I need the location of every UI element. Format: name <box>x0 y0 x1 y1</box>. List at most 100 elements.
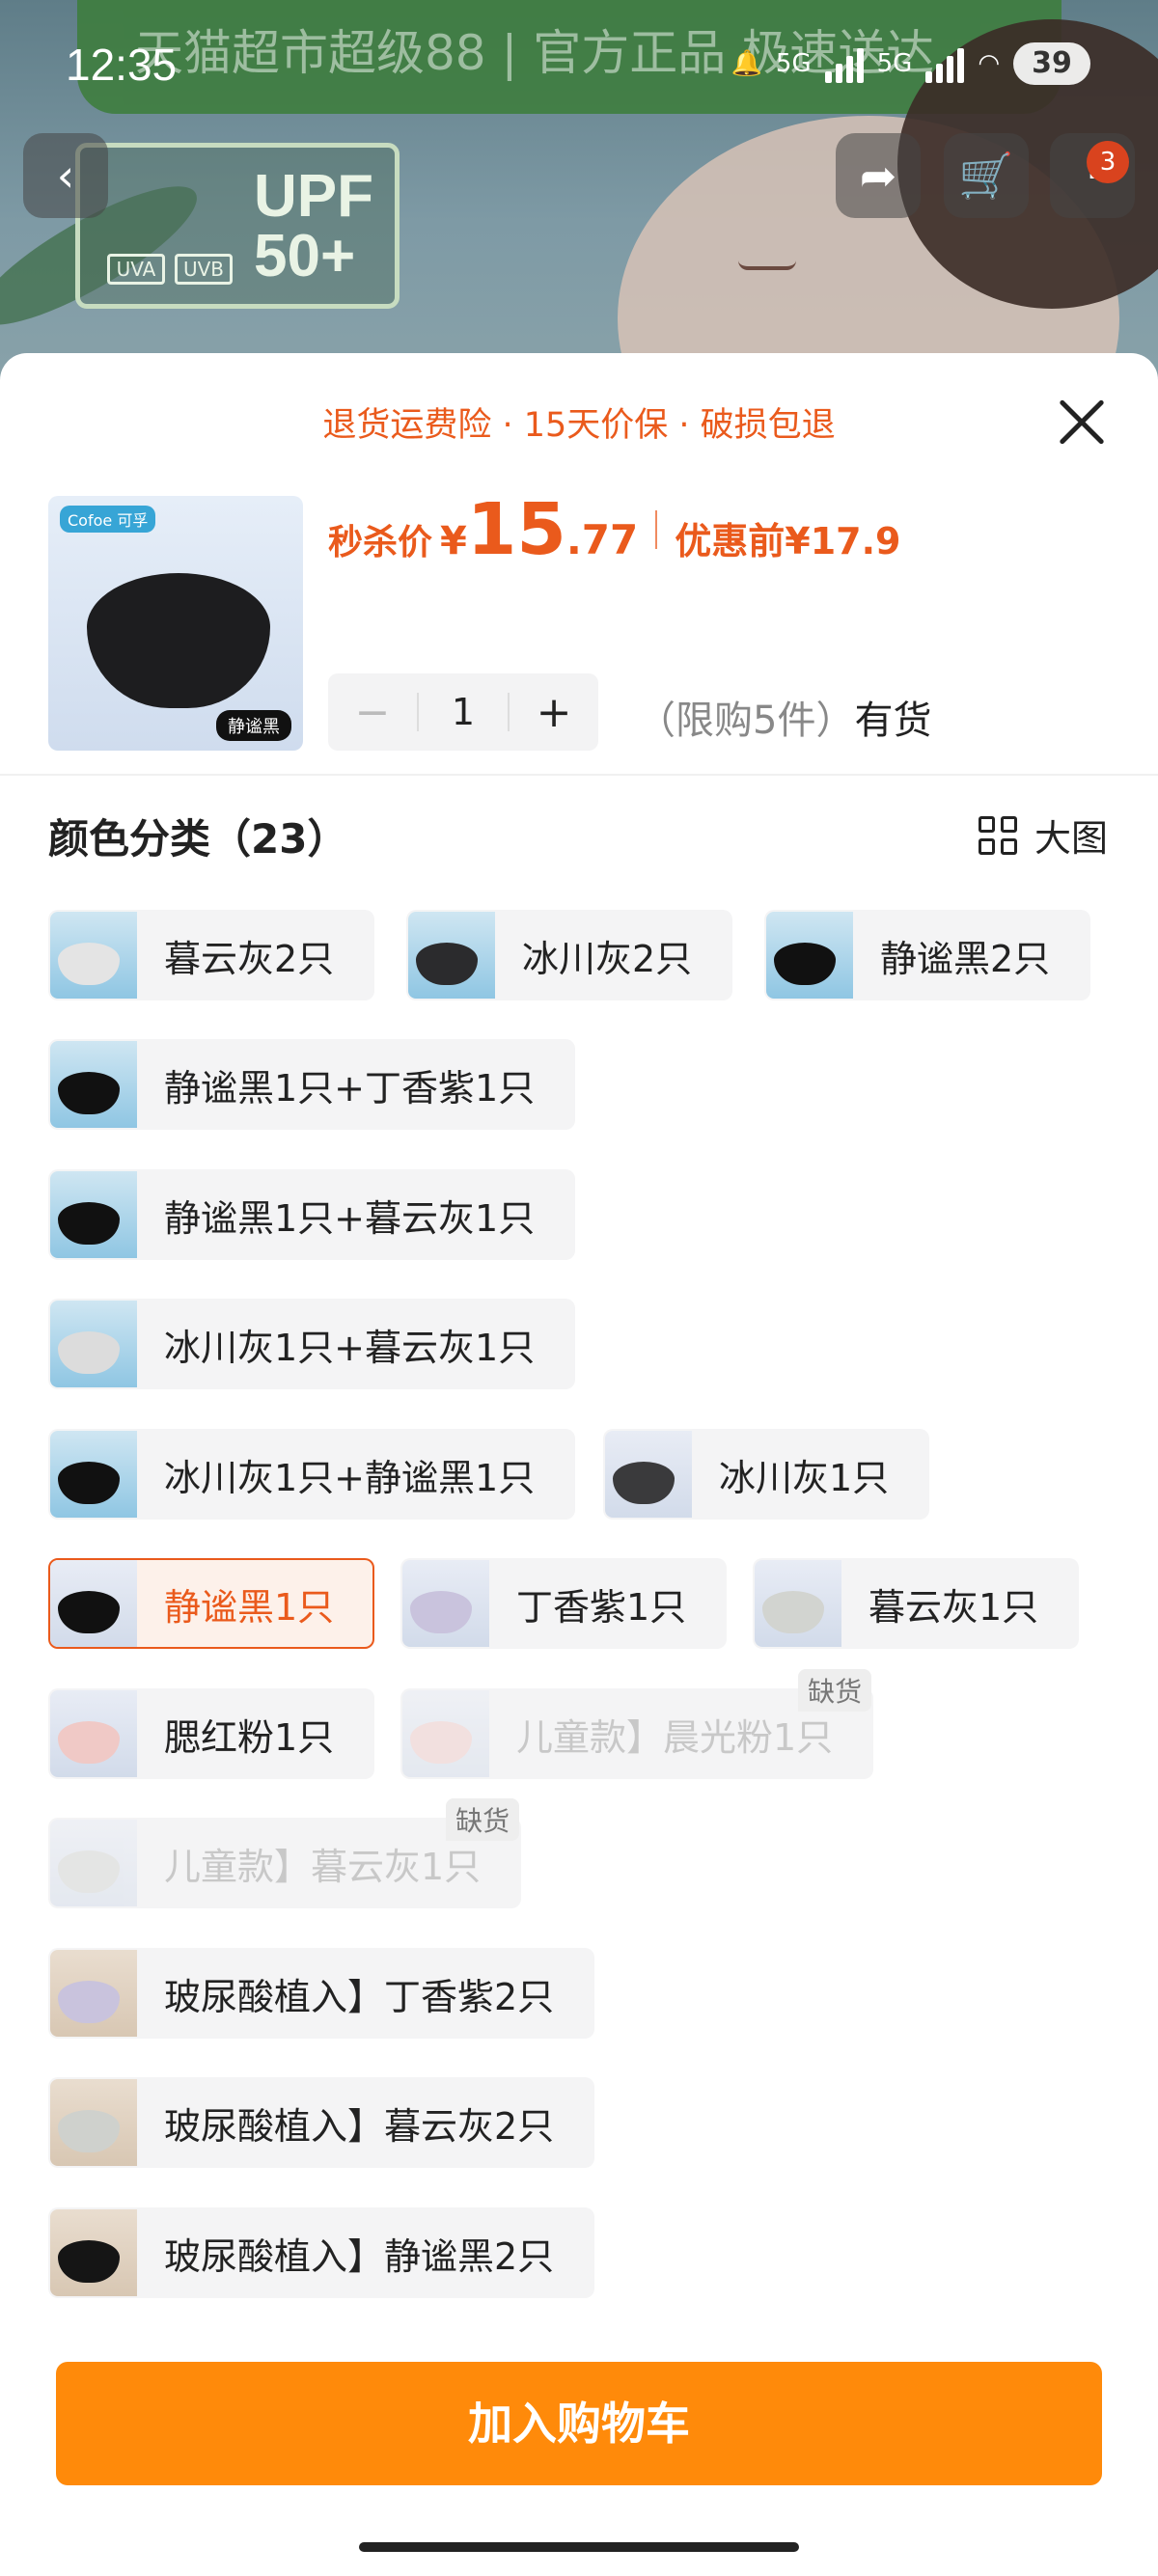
sku-selector-sheet: 退货运费险 · 15天价保 · 破损包退 Cofoe 可孚 静谧黑 秒杀价 ¥ … <box>0 353 1158 2576</box>
quantity-value[interactable]: 1 <box>417 693 510 731</box>
quantity-stepper: − 1 + <box>328 673 598 751</box>
flash-price-label: 秒杀价 <box>328 523 433 562</box>
option-chip[interactable]: 暮云灰2只 <box>48 910 375 1000</box>
close-button[interactable] <box>1048 388 1116 455</box>
option-label: 玻尿酸植入】暮云灰2只 <box>164 2104 555 2148</box>
option-chip[interactable]: 玻尿酸植入】丁香紫2只 <box>48 1948 595 2039</box>
option-thumbnail <box>402 1690 489 1777</box>
option-label: 儿童款】暮云灰1只 <box>164 1845 482 1888</box>
option-label: 静谧黑1只 <box>164 1585 335 1629</box>
option-label: 暮云灰2只 <box>164 937 335 980</box>
option-label: 丁香紫1只 <box>516 1585 687 1629</box>
big-image-label: 大图 <box>1034 817 1108 860</box>
option-thumbnail <box>408 912 495 999</box>
back-button[interactable]: ‹ <box>23 133 108 218</box>
option-label: 暮云灰1只 <box>868 1585 1039 1629</box>
product-thumbnail[interactable]: Cofoe 可孚 静谧黑 <box>48 496 303 751</box>
stock-info: （限购5件）有货 <box>637 689 931 745</box>
bell-icon: 🔔 <box>731 49 762 78</box>
option-chip-selected[interactable]: 静谧黑1只 <box>48 1558 375 1649</box>
uva-label: UVA <box>107 254 165 285</box>
out-of-stock-tag: 缺货 <box>798 1669 872 1712</box>
upf-text: UPF 50+ <box>254 163 373 289</box>
home-indicator[interactable] <box>359 2542 799 2552</box>
option-label: 静谧黑1只+暮云灰1只 <box>164 1196 536 1240</box>
option-chip[interactable]: 冰川灰1只+暮云灰1只 <box>48 1299 576 1389</box>
signal-icon <box>824 44 864 83</box>
option-thumbnail <box>50 1950 137 2037</box>
signal-icon-2 <box>925 44 965 83</box>
wifi-icon: ◠ <box>978 49 1000 78</box>
original-price: ¥17.9 <box>785 520 901 562</box>
out-of-stock-tag: 缺货 <box>446 1798 520 1841</box>
increase-button[interactable]: + <box>510 688 598 737</box>
add-to-cart-button[interactable]: 加入购物车 <box>56 2362 1102 2485</box>
option-chip[interactable]: 玻尿酸植入】暮云灰2只 <box>48 2077 595 2168</box>
option-label: 儿童款】晨光粉1只 <box>516 1715 834 1759</box>
currency-symbol: ¥ <box>440 519 467 563</box>
option-label: 玻尿酸植入】静谧黑2只 <box>164 2234 555 2278</box>
option-thumbnail <box>50 1560 137 1647</box>
option-chip[interactable]: 玻尿酸植入】静谧黑2只 <box>48 2207 595 2298</box>
divider <box>0 774 1158 776</box>
network-label: 5G <box>775 49 812 78</box>
option-chip-disabled: 儿童款】晨光粉1只 缺货 <box>400 1669 874 1779</box>
option-thumbnail <box>50 1431 137 1518</box>
uvb-label: UVB <box>175 254 233 285</box>
option-thumbnail <box>50 1041 137 1128</box>
option-thumbnail <box>50 1690 137 1777</box>
cart-button[interactable]: 🛒 <box>944 133 1029 218</box>
battery-icon: 39 <box>1013 42 1090 85</box>
option-chip-disabled: 儿童款】暮云灰1只 缺货 <box>48 1798 522 1908</box>
option-thumbnail <box>50 2209 137 2296</box>
mask-image <box>87 573 270 708</box>
network-label-2: 5G <box>876 49 913 78</box>
option-thumbnail <box>755 1560 841 1647</box>
stock-status: 有货 <box>854 699 932 743</box>
option-thumbnail <box>50 1171 137 1258</box>
option-thumbnail <box>766 912 853 999</box>
service-promise: 退货运费险 · 15天价保 · 破损包退 <box>322 406 836 445</box>
cart-icon: 🛒 <box>958 149 1014 202</box>
more-button[interactable]: · 3 <box>1050 133 1135 218</box>
option-chip[interactable]: 静谧黑2只 <box>764 910 1091 1000</box>
grid-icon <box>978 815 1017 855</box>
price-divider <box>655 510 658 549</box>
share-button[interactable]: ➦ <box>836 133 921 218</box>
brand-logo: Cofoe 可孚 <box>60 506 156 533</box>
option-chip[interactable]: 静谧黑1只+丁香紫1只 <box>48 1039 576 1130</box>
cart-count-badge: 3 <box>1087 141 1129 183</box>
purchase-limit: （限购5件） <box>637 699 855 743</box>
category-title: 颜色分类（23） <box>48 815 348 863</box>
option-label: 冰川灰1只+暮云灰1只 <box>164 1326 536 1369</box>
option-chip[interactable]: 暮云灰1只 <box>753 1558 1080 1649</box>
option-chip[interactable]: 静谧黑1只+暮云灰1只 <box>48 1169 576 1260</box>
option-chip[interactable]: 腮红粉1只 <box>48 1688 375 1779</box>
option-label: 玻尿酸植入】丁香紫2只 <box>164 1975 555 2018</box>
option-chip[interactable]: 冰川灰1只+静谧黑1只 <box>48 1429 576 1520</box>
option-thumbnail <box>50 1301 137 1387</box>
big-image-toggle[interactable]: 大图 <box>978 808 1108 862</box>
option-thumbnail <box>402 1560 489 1647</box>
option-chip[interactable]: 冰川灰2只 <box>406 910 733 1000</box>
upf-badge: UPF 50+ UVA UVB <box>75 143 400 309</box>
option-label: 冰川灰1只+静谧黑1只 <box>164 1456 536 1499</box>
option-chip[interactable]: 冰川灰1只 <box>603 1429 930 1520</box>
decrease-button[interactable]: − <box>328 688 417 737</box>
option-thumbnail <box>605 1431 692 1518</box>
option-label: 腮红粉1只 <box>164 1715 335 1759</box>
option-chip[interactable]: 丁香紫1只 <box>400 1558 728 1649</box>
share-icon: ➦ <box>859 150 897 202</box>
price-decimal: .77 <box>565 516 639 563</box>
product-color-tag: 静谧黑 <box>216 710 291 741</box>
option-label: 静谧黑1只+丁香紫1只 <box>164 1066 536 1110</box>
price-line: 秒杀价 ¥ 15 .77 优惠前 ¥17.9 <box>328 488 900 571</box>
original-price-label: 优惠前 <box>675 520 786 562</box>
status-indicators: 🔔 5G 5G ◠ 39 <box>731 42 1090 85</box>
model-eye <box>738 260 796 270</box>
status-time: 12:35 <box>66 40 178 90</box>
option-thumbnail <box>50 912 137 999</box>
option-thumbnail <box>50 1820 137 1906</box>
option-label: 静谧黑2只 <box>880 937 1051 980</box>
option-thumbnail <box>50 2079 137 2166</box>
